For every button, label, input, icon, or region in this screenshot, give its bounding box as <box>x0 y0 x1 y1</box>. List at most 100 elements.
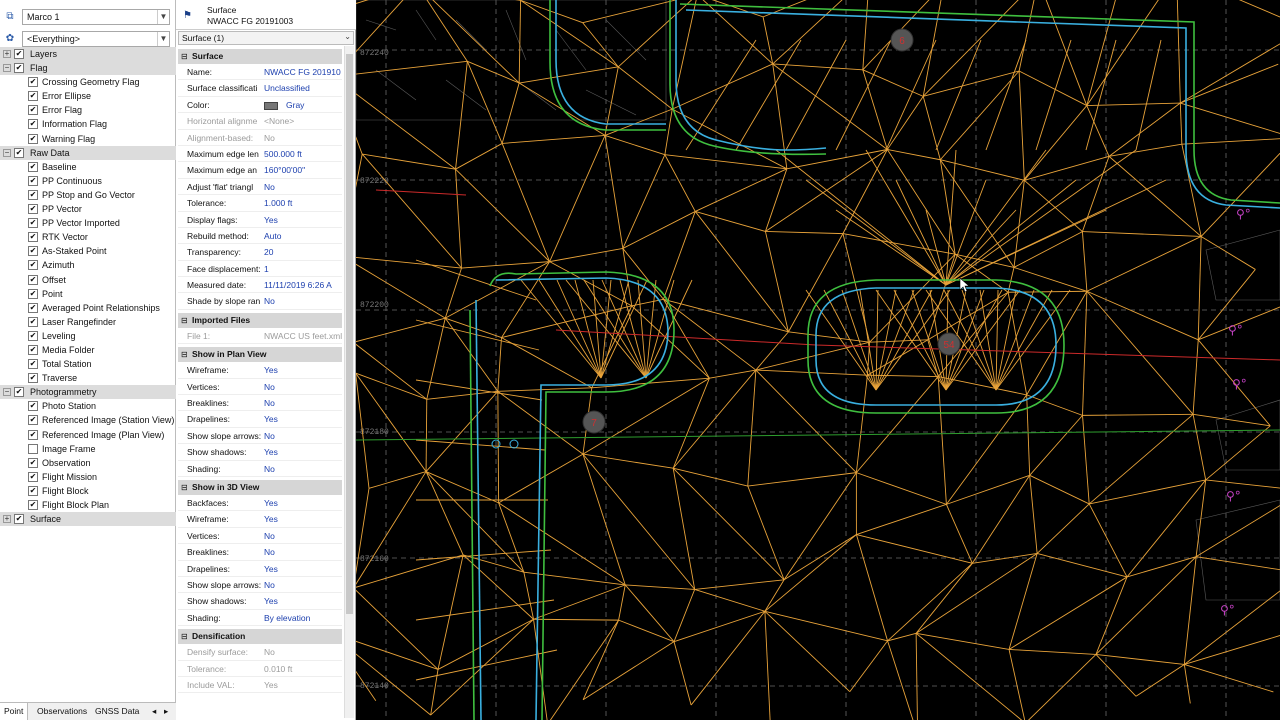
property-row[interactable]: Drapelines: Yes <box>178 411 342 428</box>
property-value[interactable]: Yes <box>264 593 342 608</box>
tab-gnss-data-types[interactable]: GNSS Data Typ <box>91 703 149 720</box>
visibility-checkbox[interactable]: ✔ <box>28 330 38 341</box>
property-value[interactable]: Yes <box>264 561 342 576</box>
visibility-checkbox[interactable]: ✔ <box>28 77 38 88</box>
property-value[interactable]: Yes <box>264 411 342 426</box>
tree-item[interactable]: ✔ Point <box>0 287 176 301</box>
collapse-icon[interactable]: − <box>3 148 11 157</box>
property-value[interactable]: 160°00'00" <box>264 162 342 177</box>
tree-item[interactable]: ✔ Warning Flag <box>0 132 176 146</box>
property-value[interactable]: Yes <box>264 212 342 227</box>
tree-item[interactable]: ✔ Media Folder <box>0 343 176 357</box>
property-value[interactable]: No <box>264 428 342 443</box>
property-row[interactable]: Vertices: No <box>178 379 342 396</box>
filter-selector[interactable]: <Everything> ▼ <box>22 31 170 47</box>
tree-item[interactable]: ✔ PP Stop and Go Vector <box>0 188 176 202</box>
view-filter-icon[interactable]: ⧉ <box>4 11 16 23</box>
property-row[interactable]: Rebuild method: Auto <box>178 228 342 245</box>
tree-item[interactable]: ✔ Leveling <box>0 329 176 343</box>
chevron-down-icon[interactable]: ▼ <box>157 32 169 46</box>
visibility-checkbox[interactable]: ✔ <box>28 175 38 186</box>
visibility-checkbox[interactable]: ✔ <box>28 415 38 426</box>
property-section-header[interactable]: Imported Files <box>178 312 342 328</box>
visibility-checkbox[interactable] <box>28 443 38 454</box>
property-row[interactable]: Breaklines: No <box>178 544 342 561</box>
property-row[interactable]: Color: Gray <box>178 97 342 114</box>
tab-scroll-right-icon[interactable]: ▸ <box>160 703 172 720</box>
visibility-checkbox[interactable]: ✔ <box>28 288 38 299</box>
tree-item[interactable]: ✔ Photo Station <box>0 399 176 413</box>
tree-group[interactable]: − ✔ Raw Data <box>0 145 176 160</box>
property-row[interactable]: Adjust 'flat' triangl No <box>178 179 342 196</box>
tree-item[interactable]: ✔ Baseline <box>0 160 176 174</box>
visibility-checkbox[interactable]: ✔ <box>28 471 38 482</box>
collapse-icon[interactable]: − <box>3 388 11 397</box>
visibility-checkbox[interactable]: ✔ <box>28 274 38 285</box>
tree-item[interactable]: ✔ Information Flag <box>0 117 176 131</box>
property-row[interactable]: Display flags: Yes <box>178 212 342 228</box>
expand-icon[interactable]: + <box>3 515 11 524</box>
property-value[interactable]: Yes <box>264 362 342 377</box>
property-row[interactable]: Tolerance: 0.010 ft <box>178 661 342 677</box>
property-value[interactable]: No <box>264 179 342 194</box>
property-value[interactable]: Yes <box>264 444 342 459</box>
visibility-checkbox[interactable]: ✔ <box>28 161 38 172</box>
property-value[interactable]: No <box>264 461 342 476</box>
tree-item[interactable]: ✔ Azimuth <box>0 258 176 272</box>
property-row[interactable]: Alignment-based: No <box>178 130 342 146</box>
property-row[interactable]: Shade by slope ran No <box>178 293 342 310</box>
visibility-checkbox[interactable]: ✔ <box>28 401 38 412</box>
property-row[interactable]: Horizontal alignme <None> <box>178 113 342 130</box>
tree-item[interactable]: ✔ PP Continuous <box>0 174 176 188</box>
property-row[interactable]: Measured date: 11/11/2019 6:26 A <box>178 277 342 294</box>
property-row[interactable]: Show slope arrows: No <box>178 428 342 445</box>
visibility-checkbox[interactable]: ✔ <box>28 119 38 130</box>
view-selector[interactable]: Marco 1 ▼ <box>22 9 170 25</box>
visibility-checkbox[interactable]: ✔ <box>28 344 38 355</box>
collapse-icon[interactable]: − <box>3 64 11 73</box>
property-value[interactable]: 500.000 ft <box>264 146 342 161</box>
survey-point-6[interactable]: 6 <box>890 28 914 52</box>
property-section-header[interactable]: Show in 3D View <box>178 479 342 495</box>
plan-view-drawing[interactable]: 872240 872220 872200 872180 872160 87214… <box>356 0 1280 720</box>
visibility-checkbox[interactable]: ✔ <box>14 49 24 59</box>
tree-item[interactable]: ✔ Error Flag <box>0 103 176 117</box>
property-value[interactable]: No <box>264 577 342 592</box>
property-row[interactable]: Shading: By elevation <box>178 610 342 627</box>
visibility-checkbox[interactable]: ✔ <box>28 429 38 440</box>
property-row[interactable]: Transparency: 20 <box>178 244 342 261</box>
visibility-checkbox[interactable]: ✔ <box>28 302 38 313</box>
tree-item[interactable]: ✔ Averaged Point Relationships <box>0 301 176 315</box>
property-value[interactable]: No <box>264 395 342 410</box>
visibility-checkbox[interactable]: ✔ <box>28 457 38 468</box>
property-row[interactable]: Name: NWACC FG 201910 <box>178 64 342 81</box>
properties-scrollbar[interactable] <box>344 46 354 718</box>
property-value[interactable]: NWACC FG 201910 <box>264 64 342 79</box>
property-row[interactable]: Vertices: No <box>178 528 342 545</box>
tab-point[interactable]: Point <box>0 703 29 720</box>
property-row[interactable]: Wireframe: Yes <box>178 362 342 379</box>
filter-icon[interactable]: ✿ <box>4 33 16 45</box>
tree-group[interactable]: + ✔ Surface <box>0 512 176 527</box>
property-row[interactable]: Show shadows: Yes <box>178 444 342 461</box>
color-swatch[interactable] <box>264 101 278 110</box>
property-value[interactable]: 1 <box>264 261 342 276</box>
tree-item[interactable]: ✔ Traverse <box>0 371 176 385</box>
property-row[interactable]: Breaklines: No <box>178 395 342 412</box>
survey-point-7[interactable]: 7 <box>582 410 606 434</box>
tree-item[interactable]: ✔ Error Ellipse <box>0 89 176 103</box>
property-value[interactable]: Auto <box>264 228 342 243</box>
tab-scroll-left-icon[interactable]: ◂ <box>148 703 160 720</box>
visibility-checkbox[interactable]: ✔ <box>28 359 38 370</box>
property-row[interactable]: Show shadows: Yes <box>178 593 342 610</box>
property-value[interactable]: No <box>264 544 342 559</box>
tree-item[interactable]: ✔ Flight Block Plan <box>0 498 176 512</box>
tree-group[interactable]: − ✔ Flag <box>0 61 176 76</box>
tree-item[interactable]: ✔ PP Vector Imported <box>0 216 176 230</box>
property-row[interactable]: Shading: No <box>178 461 342 477</box>
visibility-checkbox[interactable]: ✔ <box>28 218 38 229</box>
property-value[interactable]: No <box>264 379 342 394</box>
selection-dropdown[interactable]: Surface (1) ⌄ <box>178 31 354 45</box>
tree-item[interactable]: ✔ PP Vector <box>0 202 176 216</box>
tree-item[interactable]: ✔ Crossing Geometry Flag <box>0 75 176 89</box>
